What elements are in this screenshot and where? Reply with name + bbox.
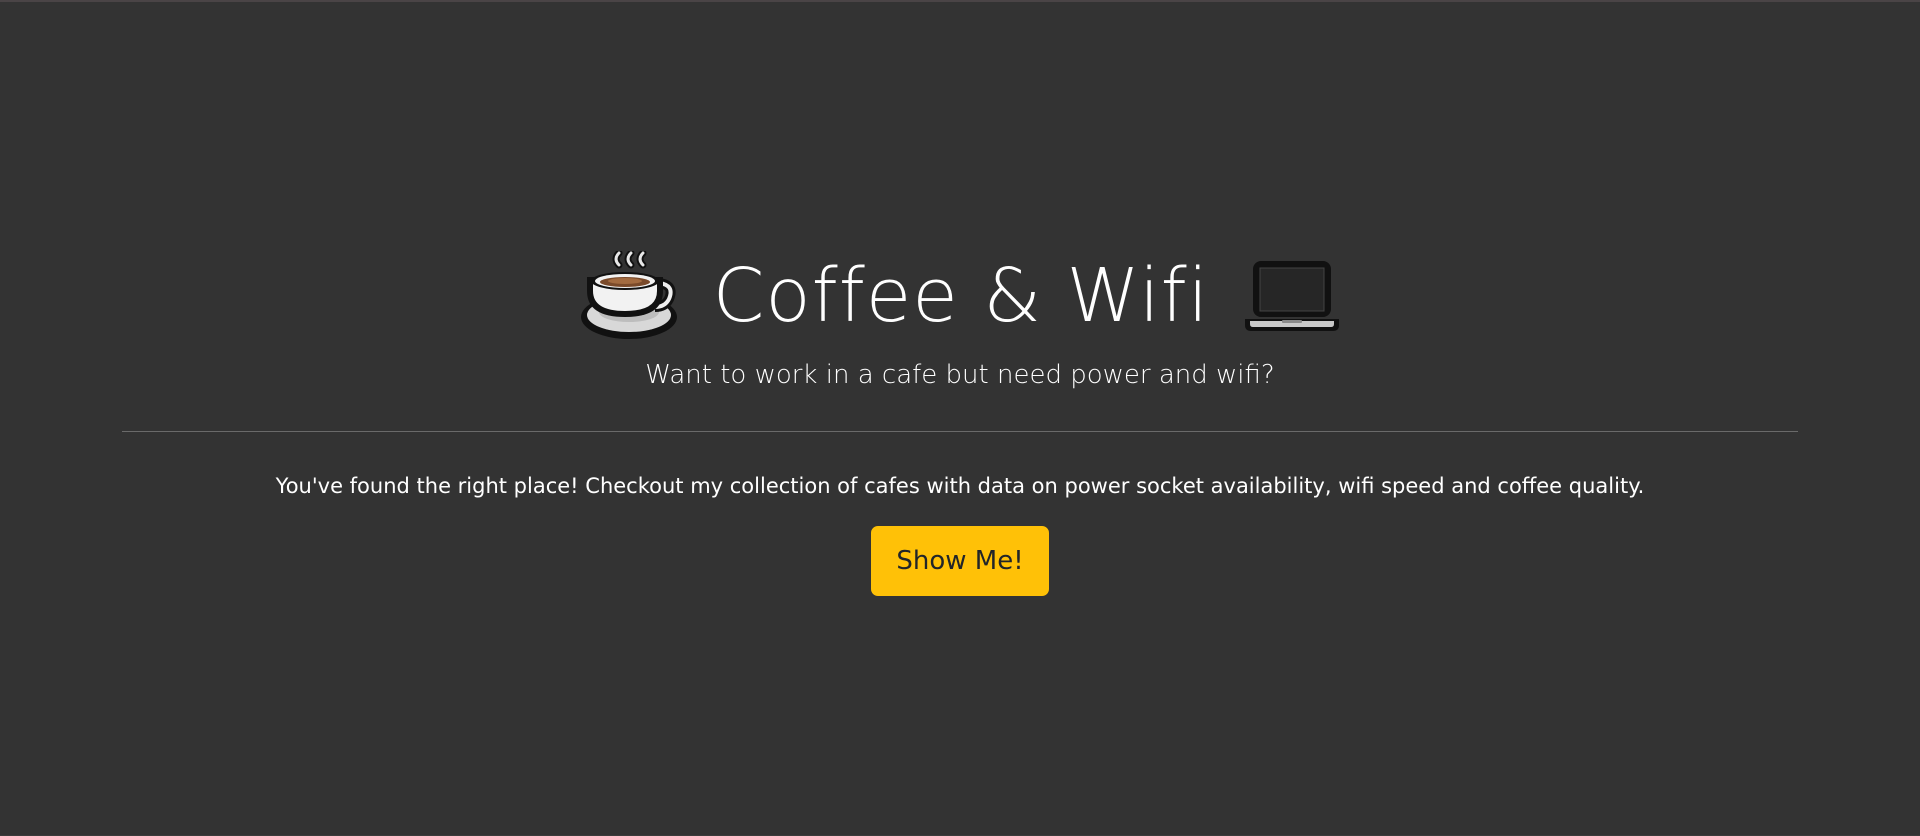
jumbotron: Coffee & Wifi Want to work in a cafe but…: [0, 248, 1920, 596]
description-text: You've found the right place! Checkout m…: [275, 474, 1645, 498]
coffee-cup-icon: [579, 251, 679, 341]
page-title: Coffee & Wifi: [712, 253, 1210, 339]
subtitle: Want to work in a cafe but need power an…: [645, 360, 1275, 390]
divider: [122, 431, 1798, 432]
title-row: Coffee & Wifi: [0, 248, 1920, 344]
laptop-icon: [1243, 259, 1341, 333]
show-me-button[interactable]: Show Me!: [871, 526, 1049, 596]
top-border: [0, 0, 1920, 2]
